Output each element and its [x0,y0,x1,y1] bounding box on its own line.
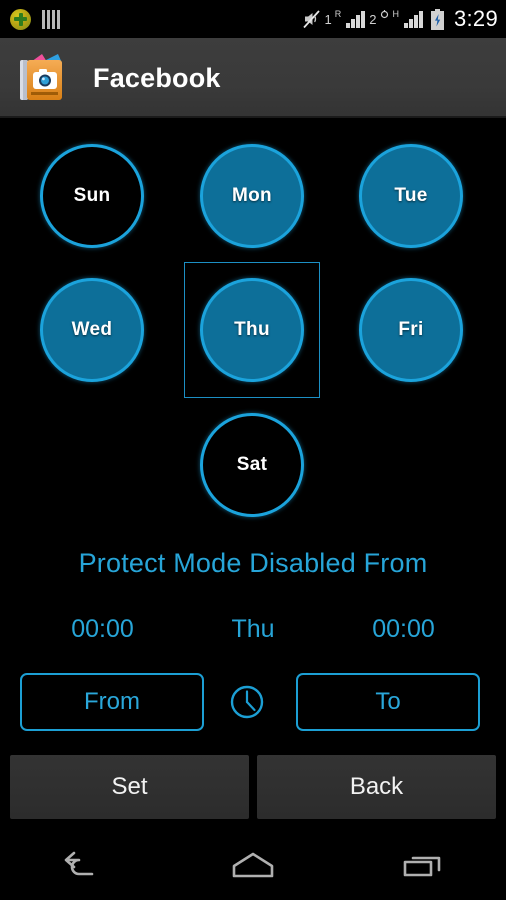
protect-mode-headline: Protect Mode Disabled From [78,548,428,578]
bars-icon [42,9,60,29]
to-button[interactable]: To [296,673,480,731]
schedule-day-value: Thu [231,615,275,643]
day-toggle-mon[interactable]: Mon [184,128,320,264]
from-time-value: 00:00 [71,615,134,643]
market-plus-icon [10,8,31,30]
day-circle: Fri [359,278,463,382]
recents-icon[interactable] [337,830,506,900]
day-label: Mon [232,185,272,206]
day-toggle-thu[interactable]: Thu [184,262,320,398]
day-toggle-wed[interactable]: Wed [24,262,160,398]
to-time-value: 00:00 [372,615,435,643]
schedule-time-row: 00:00 Thu 00:00 [0,615,506,644]
sim1-network-label: R [334,8,342,19]
status-bar-left [10,8,60,30]
day-toggle-sat[interactable]: Sat [184,397,320,533]
mute-icon [302,9,321,29]
day-label: Sun [73,185,111,206]
photo-album-camera-icon [14,48,74,108]
day-circle: Tue [359,144,463,248]
day-circle: Mon [200,144,304,248]
day-label: Wed [71,319,113,340]
sim2-label: 2 [369,11,377,27]
day-circle: Thu [200,278,304,382]
app-bar: Facebook [0,38,506,118]
status-clock: 3:29 [453,6,498,31]
set-button[interactable]: Set [10,755,249,819]
back-arrow-icon[interactable] [0,830,169,900]
app-title: Facebook [93,62,221,93]
day-circle: Wed [40,278,144,382]
day-toggle-fri[interactable]: Fri [343,262,479,398]
from-button[interactable]: From [20,673,204,731]
sim1-label: 1 [324,11,332,27]
day-label: Tue [394,185,428,206]
sim2-data-icon [380,6,389,24]
action-row: Set Back [0,755,506,819]
schedule-range-row: From To [0,670,506,734]
day-circle: Sat [200,413,304,517]
day-label: Fri [398,319,424,340]
back-button[interactable]: Back [257,755,496,819]
sim1-signal-icon [346,10,366,28]
clock-icon[interactable] [216,683,278,721]
sim2-network-label: H [392,8,399,19]
battery-charging-icon [430,8,445,30]
status-bar-right: 1 R 2 H 3:29 [302,6,499,32]
navigation-bar [0,830,506,900]
day-toggle-sun[interactable]: Sun [24,128,160,264]
day-selector: Sun Mon Tue Wed Thu Fri Sat [0,122,506,532]
day-label: Thu [234,319,270,340]
phone-screen: 1 R 2 H 3:29 Facebook Sun Mon Tue Wed Th… [0,0,506,900]
day-label: Sat [236,454,268,475]
home-icon[interactable] [169,830,338,900]
day-circle: Sun [40,144,144,248]
status-bar: 1 R 2 H 3:29 [0,0,506,38]
day-toggle-tue[interactable]: Tue [343,128,479,264]
sim2-signal-icon [403,10,423,28]
